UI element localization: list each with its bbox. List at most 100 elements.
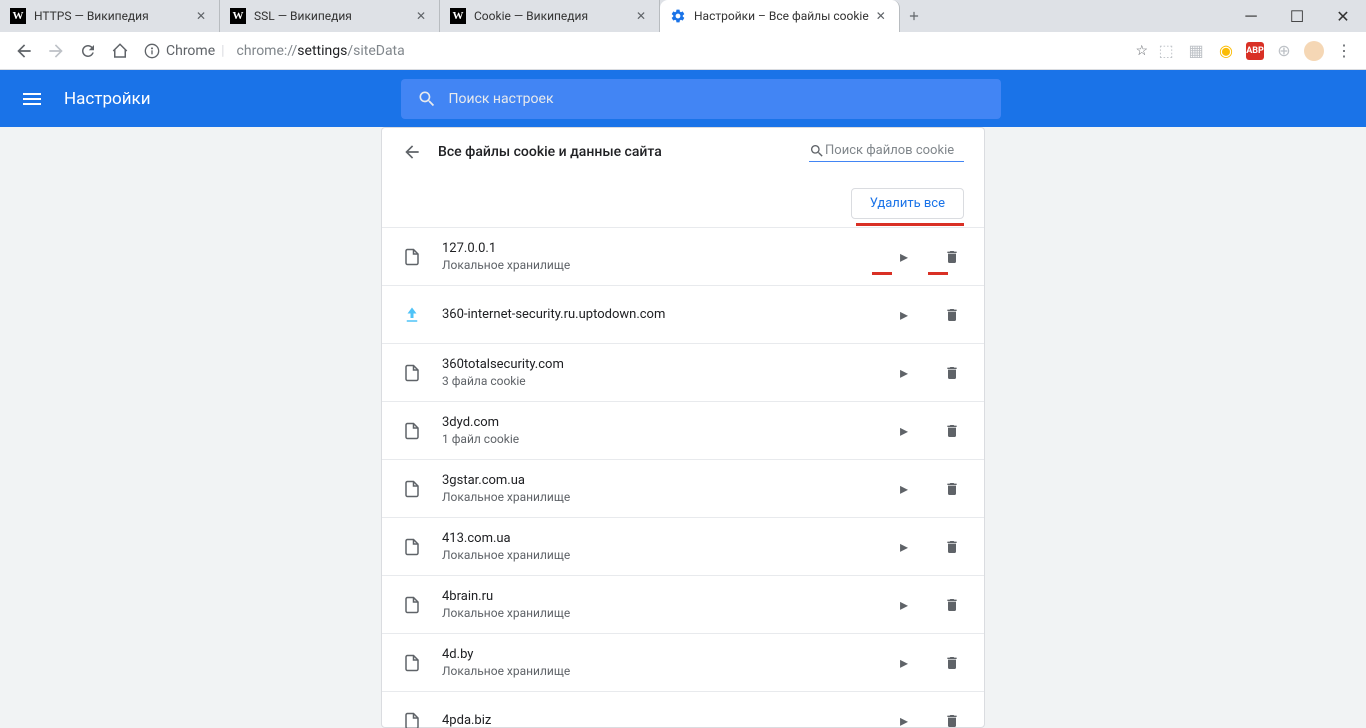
delete-all-button[interactable]: Удалить все [851,188,964,219]
site-desc: Локальное хранилище [442,258,894,272]
tab-title: Cookie — Википедия [474,9,629,23]
site-row[interactable]: 360totalsecurity.com3 файла cookie▸ [382,343,984,401]
annotation-underline [856,223,964,226]
site-row[interactable]: 4pda.biz▸ [382,691,984,728]
annotation-underline [928,272,948,275]
close-icon[interactable]: ✕ [413,8,429,24]
minimize-button[interactable]: ─ [1228,0,1274,32]
extension-icon[interactable]: ⊕ [1274,41,1294,61]
tab-title: SSL — Википедия [254,9,409,23]
site-info: 4d.byЛокальное хранилище [442,647,894,678]
chevron-right-icon[interactable]: ▸ [894,363,914,382]
back-arrow-icon[interactable] [402,142,422,162]
cookie-search-input[interactable] [825,143,955,158]
trash-icon[interactable] [944,423,964,439]
browser-tab-active[interactable]: Настройки – Все файлы cookie ✕ [660,0,900,32]
extension-icon[interactable]: ◉ [1216,41,1236,61]
document-icon [402,363,422,383]
document-icon [402,305,422,325]
close-icon[interactable]: ✕ [873,8,889,24]
site-desc: Локальное хранилище [442,606,894,620]
browser-tab[interactable]: W Cookie — Википедия ✕ [440,0,660,32]
settings-search-input[interactable] [449,91,985,107]
maximize-button[interactable]: ☐ [1274,0,1320,32]
site-row[interactable]: 413.com.ua Локальное хранилище▸ [382,517,984,575]
browser-tab[interactable]: W SSL — Википедия ✕ [220,0,440,32]
secure-label: Chrome [166,43,215,59]
wikipedia-icon: W [230,8,246,24]
chevron-right-icon[interactable]: ▸ [894,479,914,498]
trash-icon[interactable] [944,249,964,265]
site-row[interactable]: 3gstar.com.ua Локальное хранилище▸ [382,459,984,517]
trash-icon[interactable] [944,481,964,497]
site-row[interactable]: 4brain.ru Локальное хранилище▸ [382,575,984,633]
site-name: 3gstar.com.ua [442,473,894,488]
site-name: 4brain.ru [442,589,894,604]
trash-icon[interactable] [944,597,964,613]
chevron-right-icon[interactable]: ▸ [894,537,914,556]
settings-title: Настройки [64,89,151,109]
tab-title: Настройки – Все файлы cookie [694,9,869,23]
extension-icon[interactable]: ⬚ [1156,41,1176,61]
address-bar[interactable]: Chrome | chrome://settings/siteData ☆ [144,37,1148,65]
menu-icon[interactable] [20,87,44,111]
site-data-card: Все файлы cookie и данные сайта Удалить … [381,127,985,728]
site-name: 360totalsecurity.com [442,357,894,372]
site-info: 360-internet-security.ru.uptodown.com [442,307,894,322]
settings-content: Все файлы cookie и данные сайта Удалить … [0,127,1366,728]
forward-button[interactable] [40,35,72,67]
document-icon [402,653,422,673]
chevron-right-icon[interactable]: ▸ [894,421,914,440]
site-name: 413.com.ua [442,531,894,546]
document-icon [402,479,422,499]
close-window-button[interactable]: ✕ [1320,0,1366,32]
adblock-icon[interactable]: ABP [1246,42,1264,60]
trash-icon[interactable] [944,307,964,323]
browser-tab[interactable]: W HTTPS — Википедия ✕ [0,0,220,32]
browser-toolbar: Chrome | chrome://settings/siteData ☆ ⬚ … [0,32,1366,70]
annotation-underline [872,272,892,275]
site-info: 360totalsecurity.com3 файла cookie [442,357,894,388]
settings-header: Настройки [0,70,1366,127]
chevron-right-icon[interactable]: ▸ [894,711,914,728]
site-row[interactable]: 360-internet-security.ru.uptodown.com▸ [382,285,984,343]
chevron-right-icon[interactable]: ▸ [894,595,914,614]
document-icon [402,421,422,441]
trash-icon[interactable] [944,655,964,671]
document-icon [402,537,422,557]
cookie-search[interactable] [809,143,964,162]
home-button[interactable] [104,35,136,67]
site-row[interactable]: 4d.byЛокальное хранилище▸ [382,633,984,691]
site-desc: Локальное хранилище [442,548,894,562]
site-list: 127.0.0.1Локальное хранилище▸360-interne… [382,227,984,728]
settings-search[interactable] [401,79,1001,119]
site-info: 3dyd.com1 файл cookie [442,415,894,446]
profile-icon[interactable] [1304,41,1324,61]
trash-icon[interactable] [944,713,964,728]
close-icon[interactable]: ✕ [633,8,649,24]
trash-icon[interactable] [944,365,964,381]
menu-icon[interactable]: ⋮ [1334,41,1354,61]
star-icon[interactable]: ☆ [1135,43,1148,59]
tab-title: HTTPS — Википедия [34,9,189,23]
extension-icon[interactable]: ▦ [1186,41,1206,61]
window-controls: ─ ☐ ✕ [1228,0,1366,32]
site-desc: Локальное хранилище [442,490,894,504]
reload-button[interactable] [72,35,104,67]
chevron-right-icon[interactable]: ▸ [894,247,914,266]
site-info: 127.0.0.1 Локальное хранилище [442,241,894,272]
site-row[interactable]: 127.0.0.1 Локальное хранилище▸ [382,227,984,285]
chevron-right-icon[interactable]: ▸ [894,653,914,672]
document-icon [402,595,422,615]
tab-strip: W HTTPS — Википедия ✕ W SSL — Википедия … [0,0,1228,32]
site-info: 3gstar.com.ua Локальное хранилище [442,473,894,504]
site-row[interactable]: 3dyd.com1 файл cookie▸ [382,401,984,459]
close-icon[interactable]: ✕ [193,8,209,24]
site-info-icon[interactable]: Chrome | [144,43,225,59]
trash-icon[interactable] [944,539,964,555]
site-name: 127.0.0.1 [442,241,894,256]
new-tab-button[interactable] [900,0,928,32]
wikipedia-icon: W [10,8,26,24]
back-button[interactable] [8,35,40,67]
chevron-right-icon[interactable]: ▸ [894,305,914,324]
